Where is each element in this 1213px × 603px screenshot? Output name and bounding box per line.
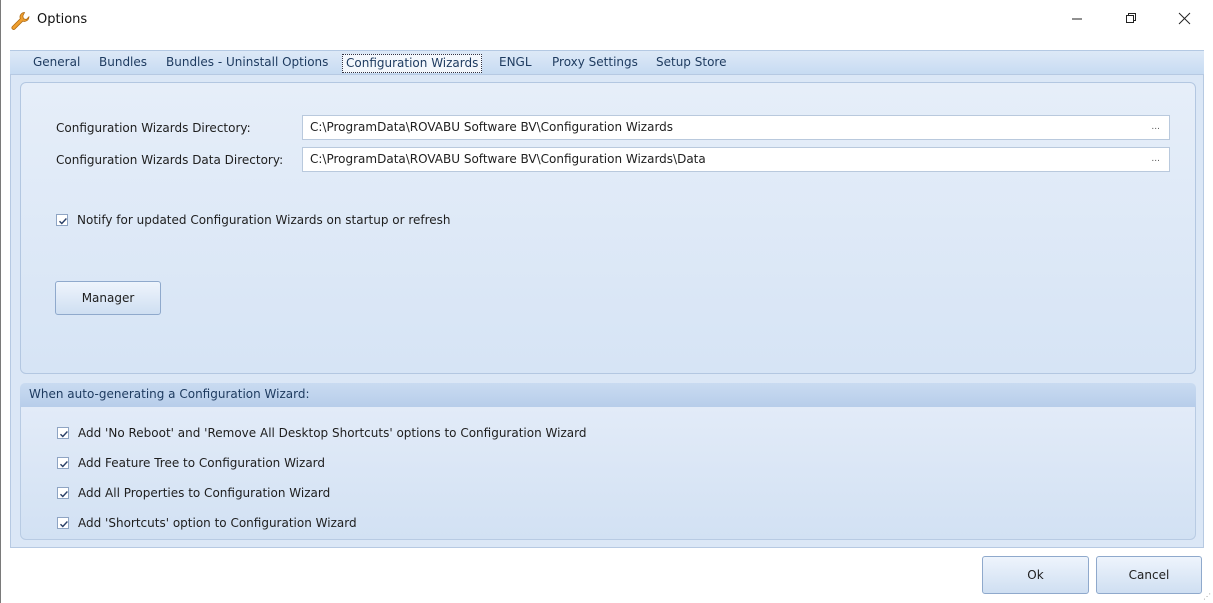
feature-tree-label: Add Feature Tree to Configuration Wizard <box>78 456 326 470</box>
close-button[interactable] <box>1161 0 1207 36</box>
all-properties-label: Add All Properties to Configuration Wiza… <box>78 486 331 500</box>
all-properties-checkbox[interactable] <box>57 487 69 499</box>
tab-engl[interactable]: ENGL <box>496 54 535 73</box>
options-window: Options General Bundles Bundles - Uninst… <box>0 0 1213 603</box>
no-reboot-label: Add 'No Reboot' and 'Remove All Desktop … <box>78 426 587 440</box>
config-wizards-data-directory-field[interactable]: C:\ProgramData\ROVABU Software BV\Config… <box>302 147 1170 172</box>
restore-button[interactable] <box>1108 0 1154 36</box>
notify-updates-checkbox[interactable] <box>56 214 68 226</box>
config-wizards-data-directory-value: C:\ProgramData\ROVABU Software BV\Config… <box>310 152 706 166</box>
config-wizards-directory-label: Configuration Wizards Directory: <box>56 121 251 135</box>
manager-button[interactable]: Manager <box>55 281 161 315</box>
ok-button[interactable]: Ok <box>982 556 1089 594</box>
browse-data-directory-button[interactable]: ... <box>1151 148 1160 171</box>
tab-bundles[interactable]: Bundles <box>96 54 150 73</box>
notify-updates-checkbox-row[interactable]: Notify for updated Configuration Wizards… <box>56 212 451 228</box>
window-title: Options <box>37 12 88 27</box>
autogen-group-heading: When auto-generating a Configuration Wiz… <box>20 383 1196 407</box>
check-icon <box>60 521 68 528</box>
feature-tree-checkbox[interactable] <box>57 457 69 469</box>
title-bar[interactable]: Options <box>1 0 1213 40</box>
config-wizards-directory-value: C:\ProgramData\ROVABU Software BV\Config… <box>310 120 674 134</box>
wrench-icon <box>10 11 30 31</box>
browse-directory-button[interactable]: ... <box>1151 116 1160 139</box>
config-wizards-directory-field[interactable]: C:\ProgramData\ROVABU Software BV\Config… <box>302 115 1170 140</box>
autogen-option-row[interactable]: Add Feature Tree to Configuration Wizard <box>57 455 325 471</box>
check-icon <box>60 461 68 468</box>
minimize-icon <box>1072 18 1082 20</box>
config-wizards-data-directory-label: Configuration Wizards Data Directory: <box>56 153 284 167</box>
close-icon <box>1178 12 1190 24</box>
autogen-option-row[interactable]: Add All Properties to Configuration Wiza… <box>57 485 330 501</box>
minimize-button[interactable] <box>1054 0 1100 36</box>
check-icon <box>59 218 67 225</box>
autogen-option-row[interactable]: Add 'No Reboot' and 'Remove All Desktop … <box>57 425 586 441</box>
restore-icon <box>1126 13 1136 23</box>
notify-updates-label: Notify for updated Configuration Wizards… <box>77 213 451 227</box>
tab-bundles-uninstall-options[interactable]: Bundles - Uninstall Options <box>163 54 331 73</box>
cancel-button[interactable]: Cancel <box>1096 556 1202 594</box>
check-icon <box>60 431 68 438</box>
tab-proxy-settings[interactable]: Proxy Settings <box>549 54 641 73</box>
shortcuts-option-checkbox[interactable] <box>57 517 69 529</box>
resize-grip-icon[interactable]: ⋰ <box>1203 592 1211 601</box>
tab-general[interactable]: General <box>30 54 83 73</box>
tab-setup-store[interactable]: Setup Store <box>653 54 729 73</box>
tab-configuration-wizards[interactable]: Configuration Wizards <box>342 54 483 73</box>
check-icon <box>60 491 68 498</box>
no-reboot-checkbox[interactable] <box>57 427 69 439</box>
autogen-option-row[interactable]: Add 'Shortcuts' option to Configuration … <box>57 515 357 531</box>
shortcuts-option-label: Add 'Shortcuts' option to Configuration … <box>78 516 357 530</box>
tab-strip: General Bundles Bundles - Uninstall Opti… <box>10 50 1204 74</box>
